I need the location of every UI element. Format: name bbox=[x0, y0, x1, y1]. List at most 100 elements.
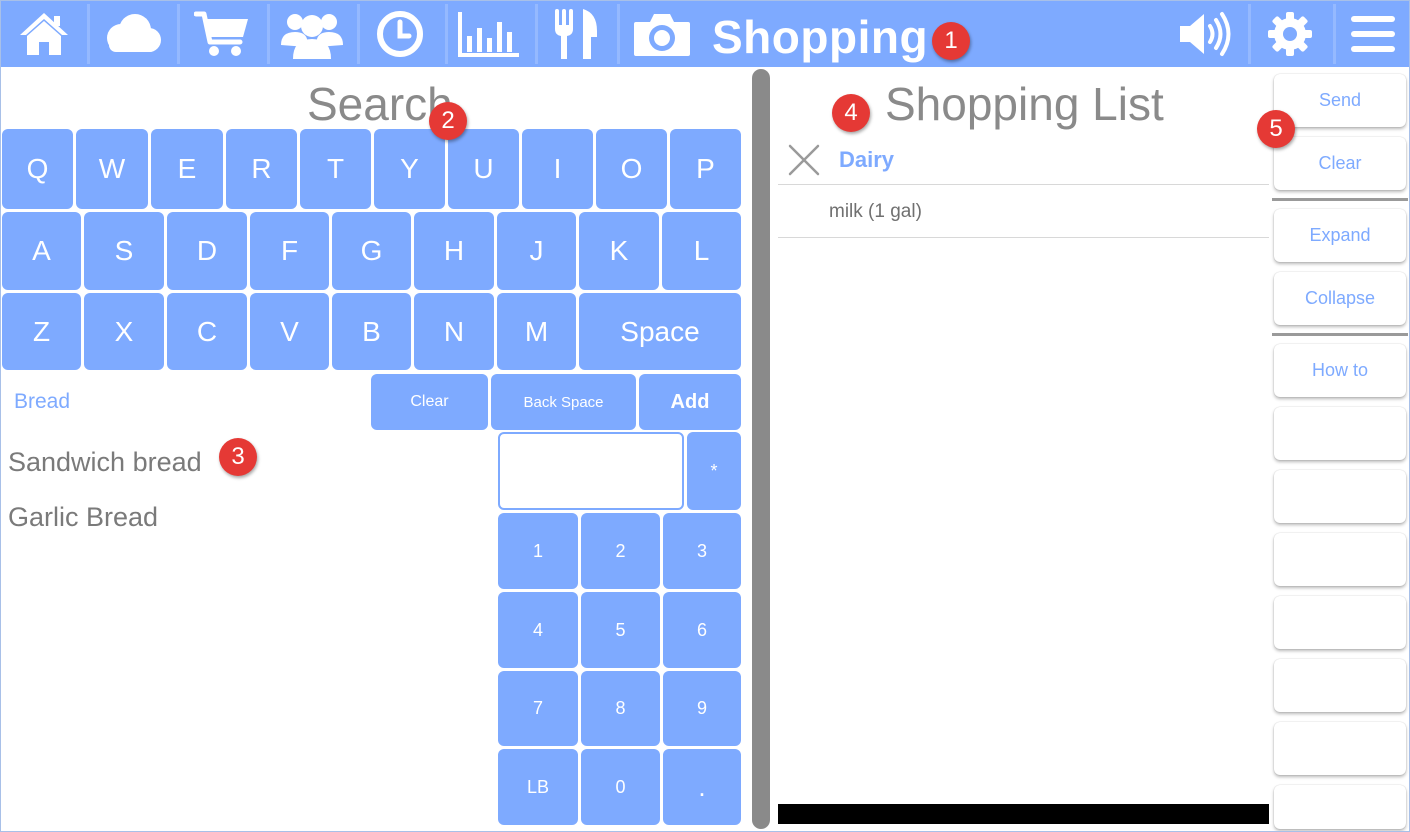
list-category-row[interactable]: Dairy bbox=[778, 133, 1269, 185]
camera-icon bbox=[634, 14, 690, 56]
top-bar: Shopping bbox=[1, 1, 1409, 67]
settings-button[interactable] bbox=[1255, 4, 1325, 64]
app-window: Shopping 1 2 3 4 5 Search Q W E R T Y U … bbox=[0, 0, 1410, 832]
numpad-1[interactable]: 1 bbox=[498, 513, 578, 589]
toolbar-divider bbox=[177, 4, 180, 64]
key-b[interactable]: B bbox=[332, 293, 411, 370]
toolbar-divider bbox=[1333, 4, 1336, 64]
clear-list-button[interactable]: Clear bbox=[1274, 137, 1406, 190]
add-button[interactable]: Add bbox=[639, 374, 741, 430]
side-divider bbox=[1272, 333, 1408, 336]
people-button[interactable] bbox=[277, 4, 347, 64]
list-item-label: milk (1 gal) bbox=[829, 201, 922, 222]
key-o[interactable]: O bbox=[596, 129, 667, 209]
numpad-9[interactable]: 9 bbox=[663, 671, 741, 746]
key-g[interactable]: G bbox=[332, 212, 411, 290]
key-c[interactable]: C bbox=[167, 293, 247, 370]
panel-divider[interactable] bbox=[752, 69, 770, 829]
shopping-list-title: Shopping List bbox=[885, 78, 1164, 130]
key-r[interactable]: R bbox=[226, 129, 297, 209]
numpad-3[interactable]: 3 bbox=[663, 513, 741, 589]
gear-icon bbox=[1268, 12, 1312, 56]
menu-button[interactable] bbox=[1339, 4, 1407, 64]
cart-button[interactable] bbox=[187, 4, 257, 64]
key-d[interactable]: D bbox=[167, 212, 247, 290]
toolbar-divider bbox=[445, 4, 448, 64]
key-w[interactable]: W bbox=[76, 129, 148, 209]
search-clear-button[interactable]: Clear bbox=[371, 374, 488, 430]
empty-side-button[interactable] bbox=[1274, 533, 1406, 586]
key-e[interactable]: E bbox=[151, 129, 223, 209]
toolbar-divider bbox=[617, 4, 620, 64]
list-item[interactable]: milk (1 gal) bbox=[778, 186, 1269, 238]
badge-1: 1 bbox=[932, 22, 970, 60]
cart-icon bbox=[194, 11, 248, 56]
key-a[interactable]: A bbox=[2, 212, 81, 290]
numpad-5[interactable]: 5 bbox=[581, 592, 660, 668]
numpad-8[interactable]: 8 bbox=[581, 671, 660, 746]
bar-chart-icon bbox=[458, 12, 519, 57]
empty-side-button[interactable] bbox=[1274, 470, 1406, 523]
close-icon[interactable] bbox=[787, 143, 821, 177]
key-z[interactable]: Z bbox=[2, 293, 81, 370]
empty-side-button[interactable] bbox=[1274, 407, 1406, 460]
side-divider bbox=[1272, 198, 1408, 201]
expand-button[interactable]: Expand bbox=[1274, 209, 1406, 262]
numpad-6[interactable]: 6 bbox=[663, 592, 741, 668]
key-m[interactable]: M bbox=[497, 293, 576, 370]
key-k[interactable]: K bbox=[579, 212, 659, 290]
cloud-button[interactable] bbox=[97, 4, 167, 64]
toolbar-divider bbox=[357, 4, 360, 64]
toolbar-divider bbox=[1248, 4, 1251, 64]
key-q[interactable]: Q bbox=[2, 129, 73, 209]
recipes-button[interactable] bbox=[543, 4, 609, 64]
key-l[interactable]: L bbox=[662, 212, 741, 290]
home-icon bbox=[20, 13, 68, 55]
how-to-button[interactable]: How to bbox=[1274, 344, 1406, 397]
numpad-lb[interactable]: LB bbox=[498, 749, 578, 825]
backspace-button[interactable]: Back Space bbox=[491, 374, 636, 430]
sound-button[interactable] bbox=[1169, 4, 1243, 64]
collapse-button[interactable]: Collapse bbox=[1274, 272, 1406, 325]
search-result-item[interactable]: Garlic Bread bbox=[8, 502, 158, 533]
numpad-4[interactable]: 4 bbox=[498, 592, 578, 668]
search-category[interactable]: Bread bbox=[14, 390, 70, 414]
badge-3: 3 bbox=[219, 438, 257, 476]
key-f[interactable]: F bbox=[250, 212, 329, 290]
key-s[interactable]: S bbox=[84, 212, 164, 290]
badge-2: 2 bbox=[429, 102, 467, 140]
key-j[interactable]: J bbox=[497, 212, 576, 290]
numpad-7[interactable]: 7 bbox=[498, 671, 578, 746]
numpad-0[interactable]: 0 bbox=[581, 749, 660, 825]
key-h[interactable]: H bbox=[414, 212, 494, 290]
key-i[interactable]: I bbox=[522, 129, 593, 209]
key-u[interactable]: U bbox=[448, 129, 519, 209]
key-t[interactable]: T bbox=[300, 129, 371, 209]
stats-button[interactable] bbox=[453, 4, 525, 64]
empty-side-button[interactable] bbox=[1274, 722, 1406, 775]
utensils-icon bbox=[555, 9, 597, 59]
empty-side-button[interactable] bbox=[1274, 659, 1406, 712]
key-n[interactable]: N bbox=[414, 293, 494, 370]
send-button[interactable]: Send bbox=[1274, 74, 1406, 127]
numpad-star[interactable]: * bbox=[687, 432, 741, 510]
app-title: Shopping bbox=[712, 11, 929, 63]
empty-side-button[interactable] bbox=[1274, 785, 1406, 829]
key-v[interactable]: V bbox=[250, 293, 329, 370]
numpad-decimal[interactable]: . bbox=[663, 749, 741, 825]
toolbar-divider bbox=[267, 4, 270, 64]
search-result-item[interactable]: Sandwich bread bbox=[8, 447, 202, 478]
key-p[interactable]: P bbox=[670, 129, 741, 209]
numpad-2[interactable]: 2 bbox=[581, 513, 660, 589]
quantity-input[interactable] bbox=[498, 432, 684, 510]
home-button[interactable] bbox=[9, 4, 79, 64]
menu-icon bbox=[1351, 16, 1395, 52]
key-y[interactable]: Y bbox=[374, 129, 445, 209]
group-icon bbox=[281, 14, 343, 59]
toolbar-divider bbox=[87, 4, 90, 64]
key-space[interactable]: Space bbox=[579, 293, 741, 370]
camera-button[interactable] bbox=[625, 4, 699, 64]
empty-side-button[interactable] bbox=[1274, 596, 1406, 649]
history-button[interactable] bbox=[365, 4, 435, 64]
key-x[interactable]: X bbox=[84, 293, 164, 370]
